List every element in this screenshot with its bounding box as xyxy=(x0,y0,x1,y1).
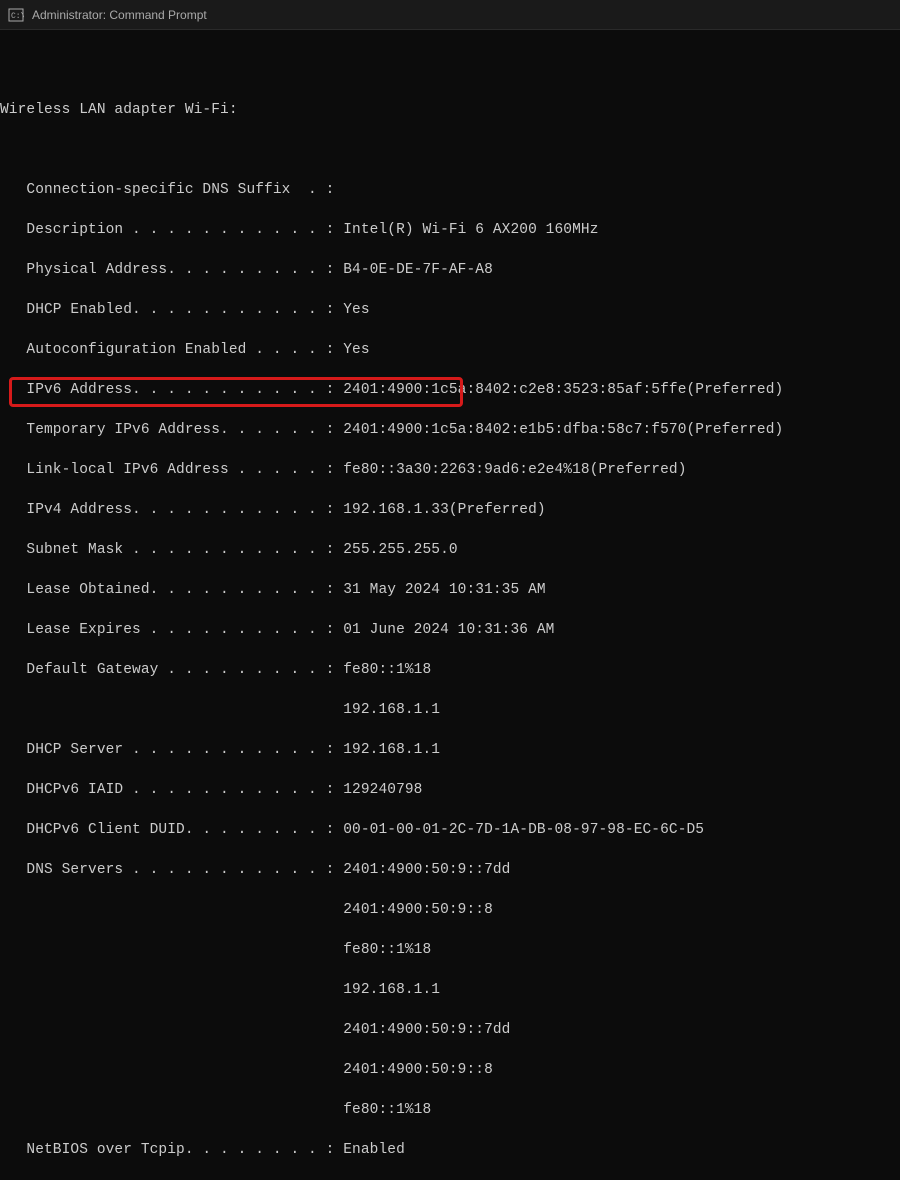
window-title: Administrator: Command Prompt xyxy=(32,8,207,22)
terminal-line: Connection-specific DNS Suffix . : xyxy=(0,180,900,200)
terminal-line: Temporary IPv6 Address. . . . . . : 2401… xyxy=(0,420,900,440)
terminal-line: IPv4 Address. . . . . . . . . . . : 192.… xyxy=(0,500,900,520)
terminal-line: Default Gateway . . . . . . . . . : fe80… xyxy=(0,660,900,680)
svg-text:C:\: C:\ xyxy=(11,12,24,21)
terminal-line: 2401:4900:50:9::8 xyxy=(0,900,900,920)
terminal-output[interactable]: Wireless LAN adapter Wi-Fi: Connection-s… xyxy=(0,30,900,1180)
title-bar[interactable]: C:\ Administrator: Command Prompt xyxy=(0,0,900,30)
terminal-line: DHCP Server . . . . . . . . . . . : 192.… xyxy=(0,740,900,760)
terminal-line: Autoconfiguration Enabled . . . . : Yes xyxy=(0,340,900,360)
terminal-line: DHCPv6 IAID . . . . . . . . . . . : 1292… xyxy=(0,780,900,800)
terminal-line: Wireless LAN adapter Wi-Fi: xyxy=(0,100,900,120)
terminal-line: fe80::1%18 xyxy=(0,940,900,960)
cmd-icon: C:\ xyxy=(8,7,24,23)
terminal-line: Lease Expires . . . . . . . . . . : 01 J… xyxy=(0,620,900,640)
terminal-line: Link-local IPv6 Address . . . . . : fe80… xyxy=(0,460,900,480)
terminal-line xyxy=(0,60,900,80)
terminal-line xyxy=(0,140,900,160)
terminal-line: Subnet Mask . . . . . . . . . . . : 255.… xyxy=(0,540,900,560)
terminal-line: 2401:4900:50:9::7dd xyxy=(0,1020,900,1040)
terminal-line: Description . . . . . . . . . . . : Inte… xyxy=(0,220,900,240)
terminal-line: IPv6 Address. . . . . . . . . . . : 2401… xyxy=(0,380,900,400)
terminal-line: Physical Address. . . . . . . . . : B4-0… xyxy=(0,260,900,280)
terminal-line: Lease Obtained. . . . . . . . . . : 31 M… xyxy=(0,580,900,600)
terminal-line: NetBIOS over Tcpip. . . . . . . . : Enab… xyxy=(0,1140,900,1160)
terminal-line: DNS Servers . . . . . . . . . . . : 2401… xyxy=(0,860,900,880)
terminal-line: 2401:4900:50:9::8 xyxy=(0,1060,900,1080)
terminal-line: 192.168.1.1 xyxy=(0,700,900,720)
terminal-line: DHCP Enabled. . . . . . . . . . . : Yes xyxy=(0,300,900,320)
terminal-line: DHCPv6 Client DUID. . . . . . . . : 00-0… xyxy=(0,820,900,840)
terminal-line: fe80::1%18 xyxy=(0,1100,900,1120)
terminal-line: 192.168.1.1 xyxy=(0,980,900,1000)
